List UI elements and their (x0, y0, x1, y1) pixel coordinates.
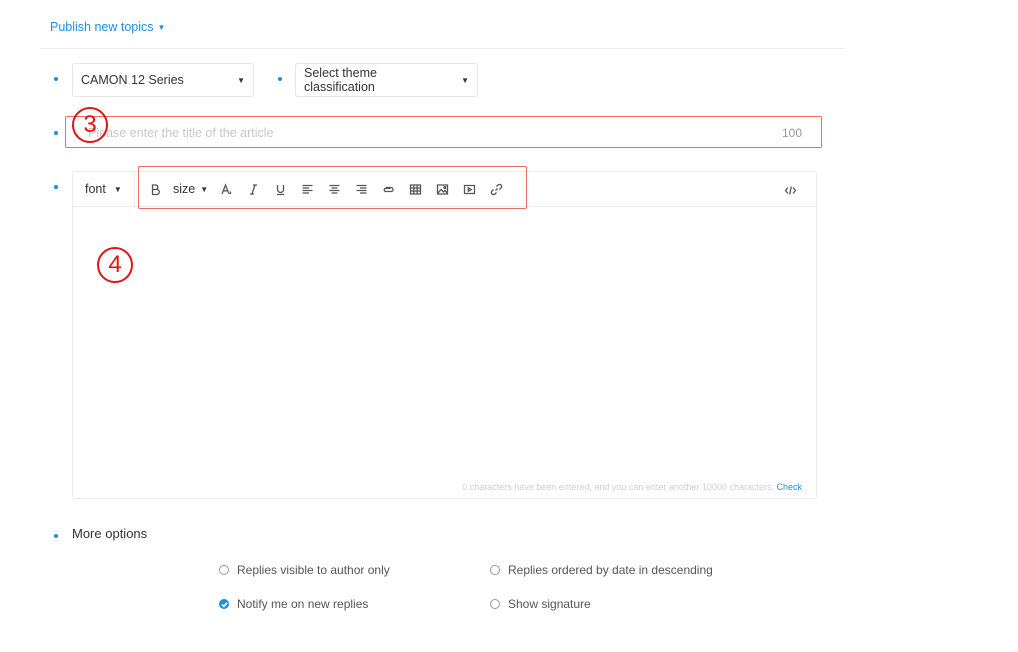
option-label: Replies ordered by date in descending (508, 563, 713, 577)
publish-topics-menu[interactable]: Publish new topics ▼ (50, 20, 165, 34)
radio-unchecked[interactable] (490, 565, 500, 575)
attachment-icon[interactable] (376, 177, 400, 201)
font-select[interactable]: font ▼ (73, 171, 135, 207)
series-select-value: CAMON 12 Series (81, 73, 184, 87)
underline-icon[interactable] (268, 177, 292, 201)
editor-toolbar: font ▼ size ▼ (73, 171, 816, 207)
caret-down-icon: ▼ (200, 184, 209, 194)
font-color-icon[interactable] (214, 177, 238, 201)
annotation-marker-4: 4 (97, 247, 133, 283)
header-divider (40, 48, 844, 49)
editor-char-count-text: 0 characters have been entered, and you … (462, 482, 774, 492)
bullet-dot (54, 185, 58, 189)
formatting-tools: size ▼ (143, 177, 508, 201)
caret-down-icon: ▼ (113, 184, 122, 194)
video-icon[interactable] (457, 177, 481, 201)
rich-text-editor[interactable]: font ▼ size ▼ 0 characters have been ent… (72, 171, 817, 499)
article-title-input[interactable] (72, 118, 816, 148)
theme-classification-select[interactable]: Select theme classification ▼ (295, 63, 478, 97)
option-show-signature[interactable]: Show signature (490, 597, 591, 611)
bullet-dot (54, 77, 58, 81)
title-char-counter: 100 (781, 126, 802, 140)
radio-unchecked[interactable] (490, 599, 500, 609)
align-right-icon[interactable] (349, 177, 373, 201)
align-center-icon[interactable] (322, 177, 346, 201)
bold-icon[interactable] (143, 177, 167, 201)
caret-down-icon: ▼ (237, 75, 245, 85)
more-options-label: More options (72, 526, 148, 541)
series-select[interactable]: CAMON 12 Series ▼ (72, 63, 254, 97)
bullet-dot (54, 534, 58, 538)
caret-down-icon: ▼ (461, 75, 469, 85)
code-view-icon[interactable] (778, 178, 802, 202)
table-icon[interactable] (403, 177, 427, 201)
publish-topics-title: Publish new topics (50, 20, 154, 34)
radio-unchecked[interactable] (219, 565, 229, 575)
check-link[interactable]: Check (776, 482, 802, 492)
align-left-icon[interactable] (295, 177, 319, 201)
theme-select-value: Select theme classification (304, 66, 377, 94)
size-select[interactable]: size ▼ (170, 177, 211, 201)
title-input-container: 100 (72, 118, 816, 148)
option-replies-author-only[interactable]: Replies visible to author only (219, 563, 390, 577)
option-replies-descending[interactable]: Replies ordered by date in descending (490, 563, 713, 577)
annotation-marker-3: 3 (72, 107, 108, 143)
radio-checked-icon[interactable] (219, 599, 229, 609)
font-select-label: font (85, 182, 106, 196)
option-label: Notify me on new replies (237, 597, 369, 611)
editor-char-status: 0 characters have been entered, and you … (462, 482, 802, 492)
bullet-dot (278, 77, 282, 81)
image-icon[interactable] (430, 177, 454, 201)
size-select-label: size (173, 182, 196, 196)
caret-down-icon: ▼ (157, 22, 166, 32)
italic-icon[interactable] (241, 177, 265, 201)
option-label: Show signature (508, 597, 591, 611)
option-label: Replies visible to author only (237, 563, 390, 577)
link-icon[interactable] (484, 177, 508, 201)
bullet-dot (54, 131, 58, 135)
option-notify-new-replies[interactable]: Notify me on new replies (219, 597, 368, 611)
